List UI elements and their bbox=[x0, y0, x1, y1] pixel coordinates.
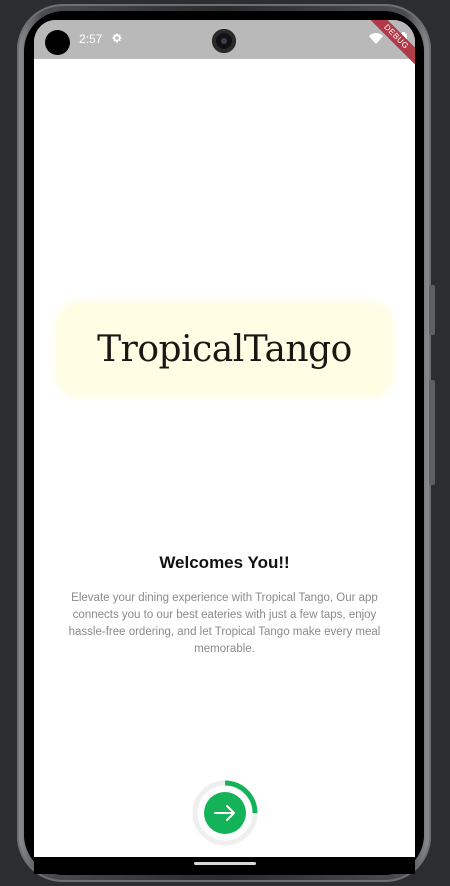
welcome-title: Welcomes You!! bbox=[159, 553, 290, 572]
app-screen: 2:57 DEBUG TropicalTango Welcomes You!! … bbox=[34, 20, 415, 857]
wifi-icon bbox=[369, 33, 383, 44]
arrow-right-icon bbox=[214, 805, 235, 821]
navigation-bar bbox=[34, 857, 415, 874]
welcome-description: Elevate your dining experience with Trop… bbox=[68, 592, 381, 655]
app-logo: TropicalTango bbox=[97, 329, 352, 370]
power-button bbox=[429, 380, 435, 485]
status-time: 2:57 bbox=[79, 32, 103, 46]
camera-cutout bbox=[45, 30, 70, 55]
next-button[interactable] bbox=[204, 792, 246, 834]
device-stage: 2:57 DEBUG TropicalTango Welcomes You!! … bbox=[0, 0, 450, 886]
status-bar: 2:57 DEBUG bbox=[34, 20, 415, 71]
next-control bbox=[191, 779, 259, 847]
logo-card: TropicalTango bbox=[60, 306, 389, 393]
debug-banner: DEBUG bbox=[362, 20, 415, 71]
gear-icon bbox=[112, 33, 122, 43]
home-indicator[interactable] bbox=[194, 862, 256, 865]
volume-button bbox=[429, 285, 435, 335]
front-camera bbox=[212, 29, 236, 53]
